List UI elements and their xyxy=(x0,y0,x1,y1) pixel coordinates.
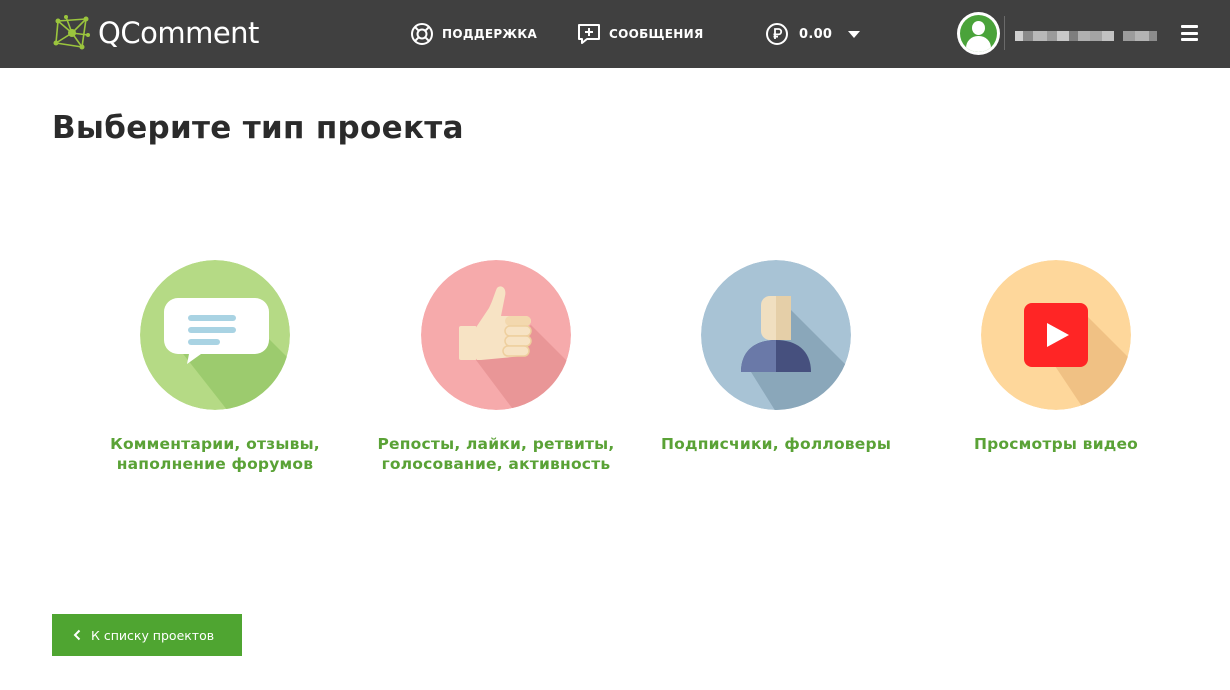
ruble-icon xyxy=(766,23,788,45)
chevron-left-icon xyxy=(73,629,81,641)
card-label: Просмотры видео xyxy=(973,435,1139,453)
user-avatar-icon xyxy=(960,15,997,52)
username-redacted[interactable] xyxy=(1015,31,1169,41)
logo[interactable]: QComment xyxy=(52,12,259,54)
project-type-reposts-likes[interactable]: Репосты, лайки, ретвиты, голосование, ак… xyxy=(376,260,616,474)
top-bar: QComment ПОДДЕРЖКА СООБЩЕНИЯ 0.00 xyxy=(0,0,1230,68)
project-type-comments[interactable]: Комментарии, отзывы, наполнение форумов xyxy=(95,260,335,474)
card-icon-circle xyxy=(701,260,851,410)
balance-amount: 0.00 xyxy=(799,26,833,42)
project-type-video-views[interactable]: Просмотры видео xyxy=(936,260,1176,454)
project-type-followers[interactable]: Подписчики, фолловеры xyxy=(656,260,896,454)
network-logo-icon xyxy=(53,15,90,50)
card-icon-circle xyxy=(140,260,290,410)
speech-bubble-icon xyxy=(140,260,290,410)
card-icon-circle xyxy=(981,260,1131,410)
chevron-down-icon xyxy=(848,30,861,38)
nav-messages-label: СООБЩЕНИЯ xyxy=(609,27,704,41)
logo-text: QComment xyxy=(98,16,259,50)
user-avatar[interactable] xyxy=(957,12,1000,55)
play-video-icon xyxy=(981,260,1131,410)
divider xyxy=(1004,16,1005,50)
page-title: Выберите тип проекта xyxy=(52,110,464,146)
card-label: Репосты, лайки, ретвиты, голосование, ак… xyxy=(377,435,615,473)
message-add-icon xyxy=(578,24,600,44)
card-label: Подписчики, фолловеры xyxy=(660,435,892,453)
nav-support[interactable]: ПОДДЕРЖКА xyxy=(410,20,537,48)
back-to-projects-button[interactable]: К списку проектов xyxy=(52,614,242,656)
thumbs-up-icon xyxy=(421,260,571,410)
nav-support-label: ПОДДЕРЖКА xyxy=(442,27,538,41)
lifebuoy-icon xyxy=(411,23,433,45)
card-label: Комментарии, отзывы, наполнение форумов xyxy=(110,435,320,473)
back-button-label: К списку проектов xyxy=(91,627,215,643)
hamburger-menu-icon[interactable] xyxy=(1181,25,1198,41)
card-icon-circle xyxy=(421,260,571,410)
person-icon xyxy=(701,260,851,410)
nav-messages[interactable]: СООБЩЕНИЯ xyxy=(577,20,704,48)
balance-dropdown[interactable]: 0.00 xyxy=(765,20,861,48)
